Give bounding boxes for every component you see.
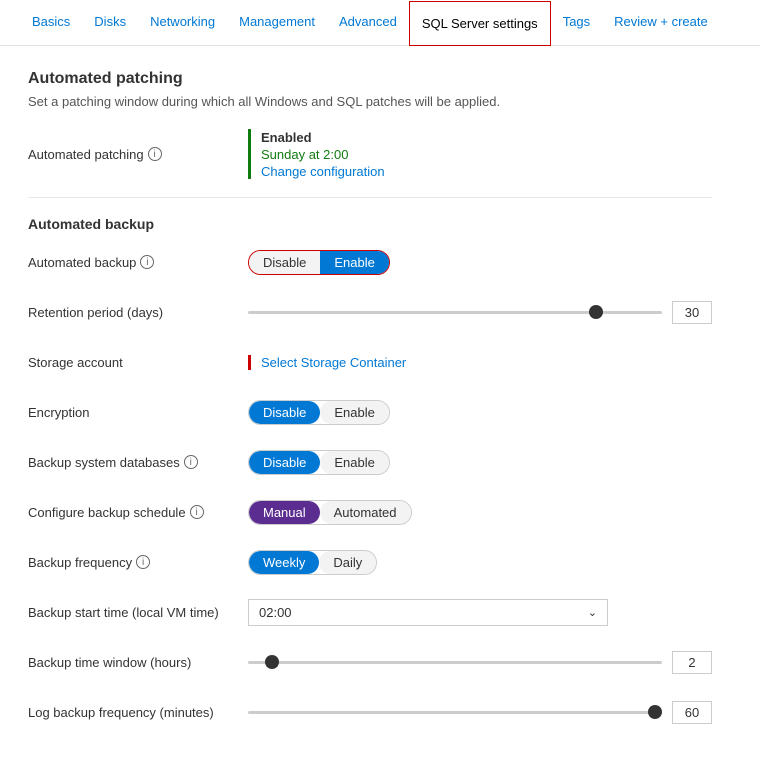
- backup-enable-button[interactable]: Enable: [320, 251, 388, 274]
- start-time-value: 02:00 ⌄: [248, 599, 712, 626]
- time-window-row: Backup time window (hours) 2: [28, 646, 712, 678]
- start-time-label: Backup start time (local VM time): [28, 605, 248, 620]
- tab-advanced[interactable]: Advanced: [327, 0, 409, 45]
- tab-tags[interactable]: Tags: [551, 0, 602, 45]
- encryption-row: Encryption Disable Enable: [28, 396, 712, 428]
- retention-value-box: 30: [672, 301, 712, 324]
- backup-frequency-row: Backup frequency i Weekly Daily: [28, 546, 712, 578]
- time-window-value-box: 2: [672, 651, 712, 674]
- tab-management[interactable]: Management: [227, 0, 327, 45]
- log-freq-value-box: 60: [672, 701, 712, 724]
- patching-label: Automated patching i: [28, 147, 248, 162]
- patching-enabled-text: Enabled: [261, 130, 385, 145]
- backup-system-info-icon[interactable]: i: [184, 455, 198, 469]
- configure-manual-button[interactable]: Manual: [249, 501, 320, 524]
- backup-disable-button[interactable]: Disable: [249, 251, 320, 274]
- backup-system-label: Backup system databases i: [28, 455, 248, 470]
- encryption-disable-button[interactable]: Disable: [249, 401, 320, 424]
- backup-toggle-group: Disable Enable: [248, 250, 390, 275]
- storage-link[interactable]: Select Storage Container: [248, 355, 406, 370]
- retention-value: 30: [248, 301, 712, 324]
- backup-info-icon[interactable]: i: [140, 255, 154, 269]
- tab-sql-server-settings[interactable]: SQL Server settings: [409, 1, 551, 46]
- configure-backup-label: Configure backup schedule i: [28, 505, 248, 520]
- patching-schedule-text: Sunday at 2:00: [261, 147, 385, 162]
- backup-system-row: Backup system databases i Disable Enable: [28, 446, 712, 478]
- encryption-enable-button[interactable]: Enable: [320, 401, 388, 424]
- patching-row: Automated patching i Enabled Sunday at 2…: [28, 129, 712, 179]
- start-time-row: Backup start time (local VM time) 02:00 …: [28, 596, 712, 628]
- log-freq-slider-container: 60: [248, 701, 712, 724]
- time-window-label: Backup time window (hours): [28, 655, 248, 670]
- log-freq-row: Log backup frequency (minutes) 60: [28, 696, 712, 728]
- storage-value: Select Storage Container: [248, 355, 712, 370]
- tab-review-create[interactable]: Review + create: [602, 0, 720, 45]
- configure-backup-value: Manual Automated: [248, 500, 712, 525]
- main-content: Automated patching Set a patching window…: [0, 46, 740, 770]
- backup-toggle-value: Disable Enable: [248, 250, 712, 275]
- log-freq-value: 60: [248, 701, 712, 724]
- retention-row: Retention period (days) 30: [28, 296, 712, 328]
- configure-backup-row: Configure backup schedule i Manual Autom…: [28, 496, 712, 528]
- time-window-slider-container: 2: [248, 651, 712, 674]
- tab-disks[interactable]: Disks: [82, 0, 138, 45]
- backup-system-enable-button[interactable]: Enable: [320, 451, 388, 474]
- backup-frequency-toggle-group: Weekly Daily: [248, 550, 377, 575]
- patching-section-desc: Set a patching window during which all W…: [28, 94, 712, 109]
- tab-basics[interactable]: Basics: [20, 0, 82, 45]
- retention-slider[interactable]: [248, 311, 662, 314]
- patching-status: Enabled Sunday at 2:00 Change configurat…: [261, 130, 385, 179]
- encryption-toggle-group: Disable Enable: [248, 400, 390, 425]
- storage-label: Storage account: [28, 355, 248, 370]
- frequency-daily-button[interactable]: Daily: [319, 551, 376, 574]
- backup-toggle-row: Automated backup i Disable Enable: [28, 246, 712, 278]
- backup-system-disable-button[interactable]: Disable: [249, 451, 320, 474]
- backup-system-toggle-group: Disable Enable: [248, 450, 390, 475]
- time-window-value: 2: [248, 651, 712, 674]
- frequency-weekly-button[interactable]: Weekly: [249, 551, 319, 574]
- patching-change-link[interactable]: Change configuration: [261, 164, 385, 179]
- backup-section-title: Automated backup: [28, 216, 712, 232]
- section-divider: [28, 197, 712, 198]
- start-time-dropdown[interactable]: 02:00 ⌄: [248, 599, 608, 626]
- configure-automated-button[interactable]: Automated: [320, 501, 411, 524]
- retention-label: Retention period (days): [28, 305, 248, 320]
- frequency-info-icon[interactable]: i: [136, 555, 150, 569]
- configure-info-icon[interactable]: i: [190, 505, 204, 519]
- automated-backup-section: Automated backup Automated backup i Disa…: [28, 216, 712, 728]
- log-freq-label: Log backup frequency (minutes): [28, 705, 248, 720]
- patching-value: Enabled Sunday at 2:00 Change configurat…: [248, 129, 712, 179]
- backup-frequency-value: Weekly Daily: [248, 550, 712, 575]
- patching-green-bar: [248, 129, 251, 179]
- backup-system-value: Disable Enable: [248, 450, 712, 475]
- encryption-value: Disable Enable: [248, 400, 712, 425]
- retention-slider-container: 30: [248, 301, 712, 324]
- automated-patching-section: Automated patching Set a patching window…: [28, 70, 712, 179]
- backup-frequency-label: Backup frequency i: [28, 555, 248, 570]
- patching-info-icon[interactable]: i: [148, 147, 162, 161]
- time-window-slider[interactable]: [248, 661, 662, 664]
- dropdown-arrow-icon: ⌄: [588, 606, 597, 619]
- configure-backup-toggle-group: Manual Automated: [248, 500, 412, 525]
- tab-bar: Basics Disks Networking Management Advan…: [0, 0, 760, 46]
- start-time-text: 02:00: [259, 605, 292, 620]
- tab-networking[interactable]: Networking: [138, 0, 227, 45]
- storage-row: Storage account Select Storage Container: [28, 346, 712, 378]
- encryption-label: Encryption: [28, 405, 248, 420]
- patching-section-title: Automated patching: [28, 70, 712, 88]
- log-freq-slider[interactable]: [248, 711, 662, 714]
- backup-label: Automated backup i: [28, 255, 248, 270]
